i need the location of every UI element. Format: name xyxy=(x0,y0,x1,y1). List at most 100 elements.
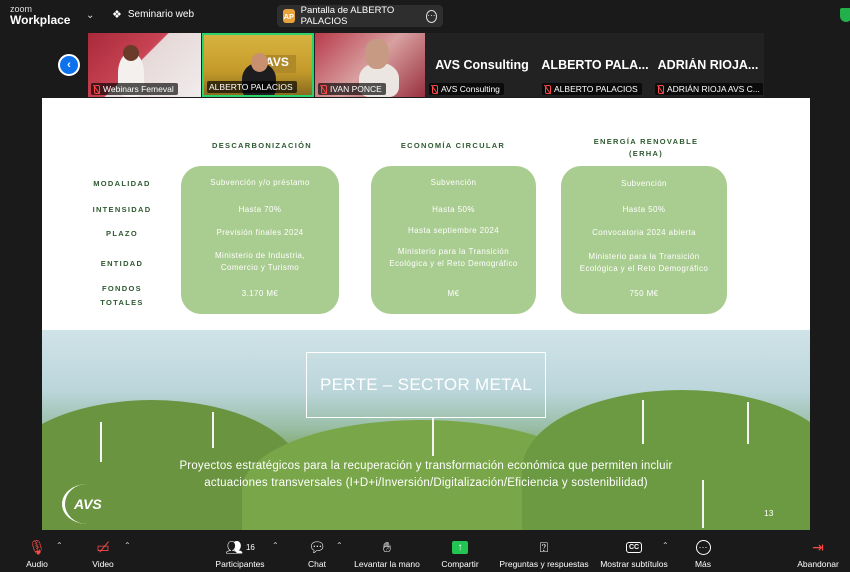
participants-icon: 👥︎ 16 xyxy=(225,538,255,555)
wind-turbine xyxy=(747,402,749,444)
card-entidad-l2: Ecológica y el Reto Demográfico xyxy=(579,264,709,273)
card-modalidad: Subvención xyxy=(621,179,667,188)
chevron-down-icon[interactable]: ⌄ xyxy=(86,10,94,21)
video-tile-active-speaker[interactable]: AVS ALBERTO PALACIOS xyxy=(202,33,314,97)
card-modalidad: Subvención y/o préstamo xyxy=(210,178,310,187)
participants-label: Participantes xyxy=(215,559,265,569)
card-entidad-l2: Comercio y Turismo xyxy=(220,263,300,272)
screen-share-pill[interactable]: AP Pantalla de ALBERTO PALACIOS ··· xyxy=(277,5,443,27)
chevron-up-icon[interactable]: ⌃ xyxy=(336,541,343,550)
share-label: Compartir xyxy=(441,559,479,569)
participant-gallery: Webinars Femeval AVS ALBERTO PALACIOS IV… xyxy=(88,33,764,97)
wind-turbine xyxy=(212,412,214,448)
logo-text: AVS xyxy=(74,496,102,512)
more-options-icon[interactable]: ··· xyxy=(425,9,437,23)
tile-name: IVAN PONCE xyxy=(318,83,386,95)
card-entidad-l1: Ministerio de Industria, xyxy=(214,251,306,260)
chat-button[interactable]: 💬︎ Chat xyxy=(302,538,332,570)
slide-subtitle: Proyectos estratégicos para la recuperac… xyxy=(179,460,673,489)
participant-head xyxy=(365,39,389,69)
participant-head xyxy=(251,53,268,72)
hand-icon: ✋︎ xyxy=(383,538,391,555)
more-label: Más xyxy=(694,559,712,569)
qa-label: Preguntas y respuestas xyxy=(499,559,589,569)
qa-button[interactable]: ⍰ Preguntas y respuestas xyxy=(498,538,590,570)
video-button[interactable]: ▭̸ Video xyxy=(88,538,118,570)
chevron-up-icon[interactable]: ⌃ xyxy=(124,541,131,550)
info-card-energia-renovable: Subvención Hasta 50% Convocatoria 2024 a… xyxy=(561,166,727,314)
more-button[interactable]: ··· Más xyxy=(690,538,716,569)
card-entidad-l2: Ecológica y el Reto Demográfico xyxy=(389,259,518,268)
webinar-label: Seminario web xyxy=(127,9,195,20)
name-tile[interactable]: AVS Consulting AVS Consulting xyxy=(426,33,538,97)
webinar-info[interactable]: ❖ Seminario web xyxy=(112,8,194,21)
video-label: Video xyxy=(92,559,114,569)
tile-footer: AVS Consulting xyxy=(426,33,538,97)
card-entidad-l1: Ministerio para la Transición xyxy=(397,247,510,256)
participants-count: 16 xyxy=(245,542,255,552)
video-tile[interactable]: Webinars Femeval xyxy=(88,33,201,97)
tile-footer: ADRIÁN RIOJA AVS C... xyxy=(652,33,763,97)
slide-page-number: 13 xyxy=(764,508,774,518)
name-tile[interactable]: ALBERTO PALA... ALBERTO PALACIOS xyxy=(539,33,651,97)
zoom-logo[interactable]: zoom Workplace xyxy=(10,4,70,26)
row-label: FONDOS xyxy=(102,284,142,293)
mic-muted-icon xyxy=(320,84,327,94)
subtitles-button[interactable]: CC Mostrar subtítulos xyxy=(598,538,670,569)
card-plazo: Hasta septiembre 2024 xyxy=(407,226,500,235)
video-tile[interactable]: IVAN PONCE xyxy=(315,33,425,97)
mic-muted-icon xyxy=(657,84,664,94)
wind-turbine xyxy=(432,418,434,456)
closed-captions-icon: CC xyxy=(598,538,670,556)
row-label: PLAZO xyxy=(106,229,138,238)
top-bar: zoom Workplace ⌄ ❖ Seminario web AP Pant… xyxy=(0,0,850,32)
leave-label: Abandonar xyxy=(797,559,839,569)
chevron-left-icon: ‹ xyxy=(67,59,71,71)
row-label: ENTIDAD xyxy=(100,259,144,268)
card-plazo: Convocatoria 2024 abierta xyxy=(592,228,696,237)
avs-logo: AVS xyxy=(62,484,122,524)
leave-button[interactable]: ⇥ Abandonar xyxy=(794,538,842,570)
share-pill-label: Pantalla de ALBERTO PALACIOS xyxy=(300,5,395,27)
raise-hand-button[interactable]: ✋︎ Levantar la mano xyxy=(352,538,422,570)
card-plazo: Previsión finales 2024 xyxy=(216,228,304,237)
audio-button[interactable]: 🎙︎ Audio xyxy=(20,538,54,570)
chat-label: Chat xyxy=(308,559,326,569)
card-intensidad: Hasta 50% xyxy=(432,205,475,214)
meeting-toolbar: 🎙︎ Audio ⌃ ▭̸ Video ⌃ 👥︎ 16 Participantes… xyxy=(0,534,850,572)
participant-head xyxy=(123,45,139,61)
zoom-window: zoom Workplace ⌄ ❖ Seminario web AP Pant… xyxy=(0,0,850,572)
chevron-up-icon[interactable]: ⌃ xyxy=(272,541,279,550)
card-modalidad: Subvención xyxy=(430,178,477,187)
gallery-prev-button[interactable]: ‹ xyxy=(58,54,80,76)
chevron-up-icon[interactable]: ⌃ xyxy=(662,541,669,550)
chat-icon: 💬︎ xyxy=(308,538,326,555)
row-label: MODALIDAD xyxy=(93,179,151,188)
wind-turbine xyxy=(100,422,102,462)
participants-button[interactable]: 👥︎ 16 Participantes xyxy=(210,538,270,570)
column-heading: ENERGÍA RENOVABLE (ERHA) xyxy=(593,137,699,158)
chevron-up-icon[interactable]: ⌃ xyxy=(56,541,63,550)
tile-footer: ALBERTO PALACIOS xyxy=(539,33,651,97)
mic-muted-icon xyxy=(93,84,100,94)
card-entidad-l1: Ministerio para la Transición xyxy=(588,252,700,261)
exit-door-icon: ⇥ xyxy=(812,538,824,555)
tile-name: ALBERTO PALACIOS xyxy=(542,83,642,95)
video-off-icon: ▭̸ xyxy=(96,538,110,555)
column-heading: ECONOMÍA CIRCULAR xyxy=(400,141,506,150)
slide-title: PERTE – SECTOR METAL xyxy=(306,352,546,418)
raise-hand-label: Levantar la mano xyxy=(354,559,420,569)
row-label: INTENSIDAD xyxy=(92,205,152,214)
tile-name: ADRIÁN RIOJA AVS C... xyxy=(655,83,763,95)
name-tile[interactable]: ADRIÁN RIOJA... ADRIÁN RIOJA AVS C... xyxy=(652,33,764,97)
tile-name: Webinars Femeval xyxy=(91,83,178,95)
brand-bottom: Workplace xyxy=(10,13,71,27)
column-heading: DESCARBONIZACIÓN xyxy=(212,141,312,150)
more-icon: ··· xyxy=(690,538,716,556)
avatar: AP xyxy=(283,9,295,23)
card-fondos: 750 M€ xyxy=(629,289,659,298)
wind-turbine xyxy=(642,400,644,444)
info-card-economia-circular: Subvención Hasta 50% Hasta septiembre 20… xyxy=(371,166,536,314)
share-button[interactable]: ↑ Compartir xyxy=(436,538,484,569)
security-shield-icon[interactable] xyxy=(840,8,850,22)
